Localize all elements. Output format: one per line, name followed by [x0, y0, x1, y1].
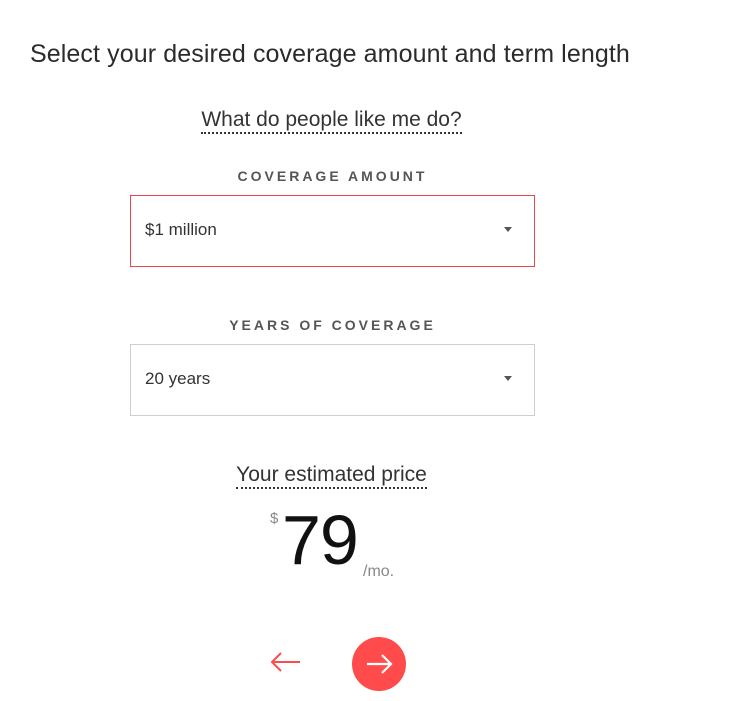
- chevron-down-icon: [504, 376, 512, 381]
- peers-link[interactable]: What do people like me do?: [201, 108, 462, 134]
- coverage-amount-value: $1 million: [145, 220, 217, 239]
- years-of-coverage-value: 20 years: [145, 369, 211, 388]
- price-amount: 79: [282, 501, 359, 579]
- estimated-price-label-container: Your estimated price: [0, 463, 663, 489]
- currency-symbol: $: [270, 510, 279, 527]
- arrow-left-icon: [270, 652, 300, 672]
- coverage-amount-select[interactable]: $1 million: [130, 195, 535, 267]
- years-of-coverage-label: YEARS OF COVERAGE: [229, 317, 436, 333]
- price-unit: /mo.: [363, 563, 395, 580]
- page-title: Select your desired coverage amount and …: [30, 40, 630, 68]
- years-of-coverage-select[interactable]: 20 years: [130, 344, 535, 416]
- back-button[interactable]: [268, 648, 304, 676]
- next-button[interactable]: [352, 637, 406, 691]
- chevron-down-icon: [504, 227, 512, 232]
- coverage-amount-label: COVERAGE AMOUNT: [237, 168, 428, 184]
- arrow-right-icon: [367, 654, 393, 674]
- estimated-price-label[interactable]: Your estimated price: [236, 463, 427, 489]
- peers-link-container: What do people like me do?: [0, 108, 663, 134]
